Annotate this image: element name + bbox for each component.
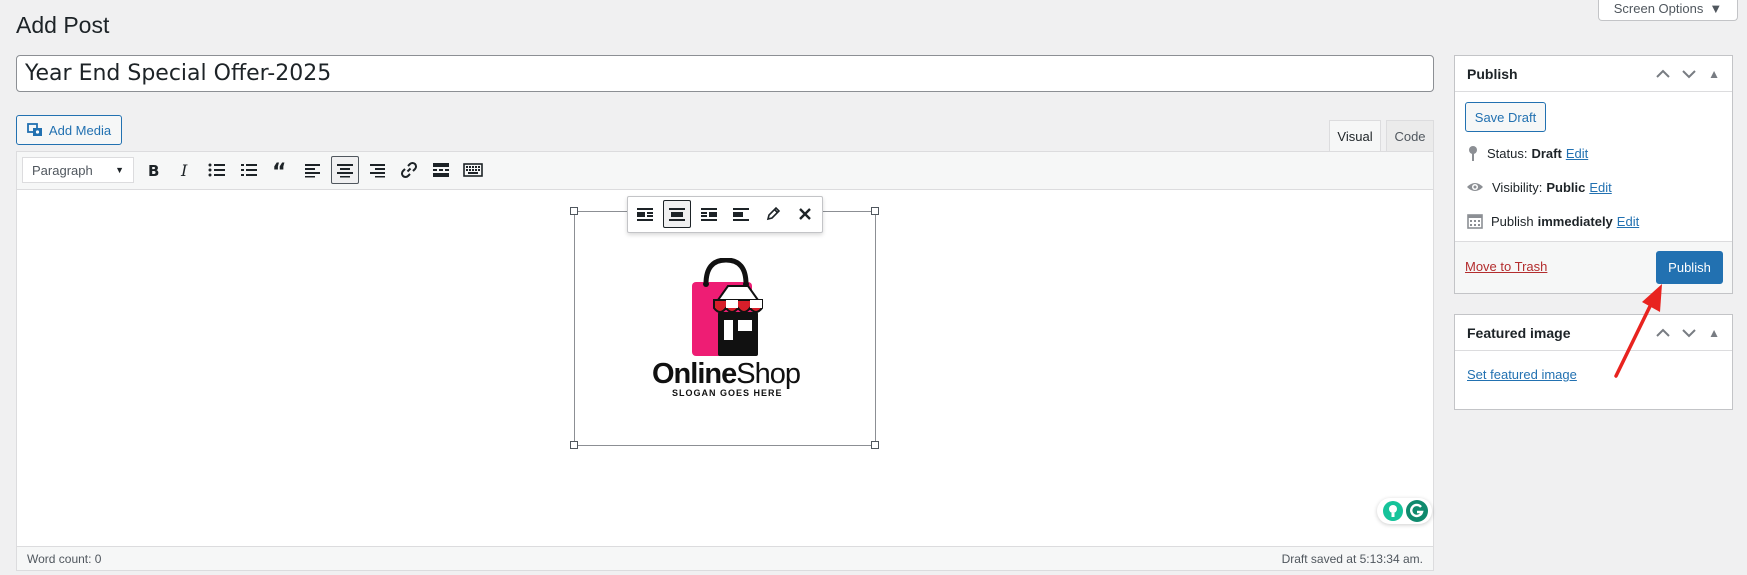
chevron-down-icon[interactable] bbox=[1682, 328, 1696, 338]
status-label: Status: bbox=[1487, 145, 1528, 161]
resize-handle-top-left[interactable] bbox=[570, 207, 578, 215]
publish-label: Publish bbox=[1491, 213, 1534, 229]
resize-handle-top-right[interactable] bbox=[871, 207, 879, 215]
visibility-row: Visibility: Public Edit bbox=[1466, 178, 1612, 196]
add-media-label: Add Media bbox=[48, 122, 112, 138]
save-draft-button[interactable]: Save Draft bbox=[1465, 102, 1546, 132]
tab-visual[interactable]: Visual bbox=[1329, 120, 1381, 151]
word-count: Word count: 0 bbox=[27, 551, 102, 566]
blockquote-icon[interactable]: “ bbox=[267, 156, 295, 184]
publish-box-title: Publish bbox=[1467, 65, 1518, 82]
post-title-input[interactable]: Year End Special Offer-2025 bbox=[16, 55, 1434, 92]
online-shop-logo-icon bbox=[692, 258, 763, 356]
lightbulb-icon[interactable] bbox=[1383, 501, 1403, 521]
logo-slogan: SLOGAN GOES HERE bbox=[672, 388, 783, 398]
grammarly-g-icon[interactable] bbox=[1406, 500, 1428, 522]
svg-text:B: B bbox=[148, 162, 159, 178]
logo-word-shop: Shop bbox=[736, 358, 801, 390]
numbered-list-icon[interactable] bbox=[235, 156, 263, 184]
publish-box-header: Publish ▲ bbox=[1455, 56, 1732, 92]
featured-image-header: Featured image ▲ bbox=[1455, 315, 1732, 351]
resize-handle-bottom-left[interactable] bbox=[570, 441, 578, 449]
page-title: Add Post bbox=[16, 12, 110, 38]
draft-saved-status: Draft saved at 5:13:34 am. bbox=[1281, 551, 1423, 566]
image-align-right-icon[interactable] bbox=[695, 200, 723, 228]
align-right-icon[interactable] bbox=[363, 156, 391, 184]
editor-status-bar: Word count: 0 Draft saved at 5:13:34 am. bbox=[17, 546, 1433, 570]
format-select[interactable]: Paragraph ▼ bbox=[22, 157, 134, 183]
annotation-arrow-icon bbox=[1614, 284, 1662, 378]
svg-text:I: I bbox=[180, 162, 188, 178]
align-center-icon[interactable] bbox=[331, 156, 359, 184]
eye-icon bbox=[1467, 183, 1483, 191]
visibility-edit-link[interactable]: Edit bbox=[1589, 180, 1611, 195]
status-edit-link[interactable]: Edit bbox=[1566, 146, 1588, 161]
set-featured-image-link[interactable]: Set featured image bbox=[1467, 367, 1577, 382]
chevron-down-icon: ▼ bbox=[115, 165, 124, 175]
image-align-left-icon[interactable] bbox=[631, 200, 659, 228]
bold-icon[interactable]: B bbox=[139, 156, 167, 184]
media-icon bbox=[27, 123, 42, 136]
align-left-icon[interactable] bbox=[299, 156, 327, 184]
logo-word-online: Online bbox=[652, 358, 737, 390]
add-media-button[interactable]: Add Media bbox=[16, 115, 122, 145]
featured-image-title: Featured image bbox=[1467, 324, 1571, 341]
calendar-icon bbox=[1467, 214, 1483, 229]
post-title-value: Year End Special Offer-2025 bbox=[25, 61, 332, 86]
screen-options-button[interactable]: Screen Options ▼ bbox=[1598, 0, 1738, 21]
remove-x-icon[interactable] bbox=[791, 200, 819, 228]
image-align-center-icon[interactable] bbox=[663, 200, 691, 228]
toggle-panel-icon[interactable]: ▲ bbox=[1708, 326, 1720, 340]
resize-handle-bottom-right[interactable] bbox=[871, 441, 879, 449]
status-row: Status: Draft Edit bbox=[1467, 144, 1588, 162]
visibility-value: Public bbox=[1546, 179, 1586, 195]
publish-value: immediately bbox=[1537, 213, 1613, 229]
toolbar-toggle-icon[interactable] bbox=[459, 156, 487, 184]
chevron-up-icon[interactable] bbox=[1656, 69, 1670, 79]
edit-pencil-icon[interactable] bbox=[759, 200, 787, 228]
visibility-label: Visibility: bbox=[1492, 179, 1543, 195]
tab-code[interactable]: Code bbox=[1386, 120, 1434, 151]
logo-wordmark: OnlineShop bbox=[652, 358, 801, 391]
read-more-icon[interactable] bbox=[427, 156, 455, 184]
caret-down-icon: ▼ bbox=[1709, 0, 1723, 16]
bulleted-list-icon[interactable] bbox=[203, 156, 231, 184]
publish-button[interactable]: Publish bbox=[1656, 251, 1723, 284]
move-to-trash-link[interactable]: Move to Trash bbox=[1465, 259, 1547, 274]
svg-text:“: “ bbox=[272, 162, 286, 178]
pin-icon bbox=[1469, 146, 1477, 161]
italic-icon[interactable]: I bbox=[171, 156, 199, 184]
format-select-value: Paragraph bbox=[32, 162, 93, 178]
publish-schedule-row: Publish immediately Edit bbox=[1467, 212, 1639, 230]
toggle-panel-icon[interactable]: ▲ bbox=[1708, 67, 1720, 81]
image-align-none-icon[interactable] bbox=[727, 200, 755, 228]
publish-edit-link[interactable]: Edit bbox=[1617, 214, 1639, 229]
link-icon[interactable] bbox=[395, 156, 423, 184]
chevron-down-icon[interactable] bbox=[1682, 69, 1696, 79]
status-value: Draft bbox=[1531, 145, 1562, 161]
screen-options-label: Screen Options bbox=[1613, 0, 1704, 16]
